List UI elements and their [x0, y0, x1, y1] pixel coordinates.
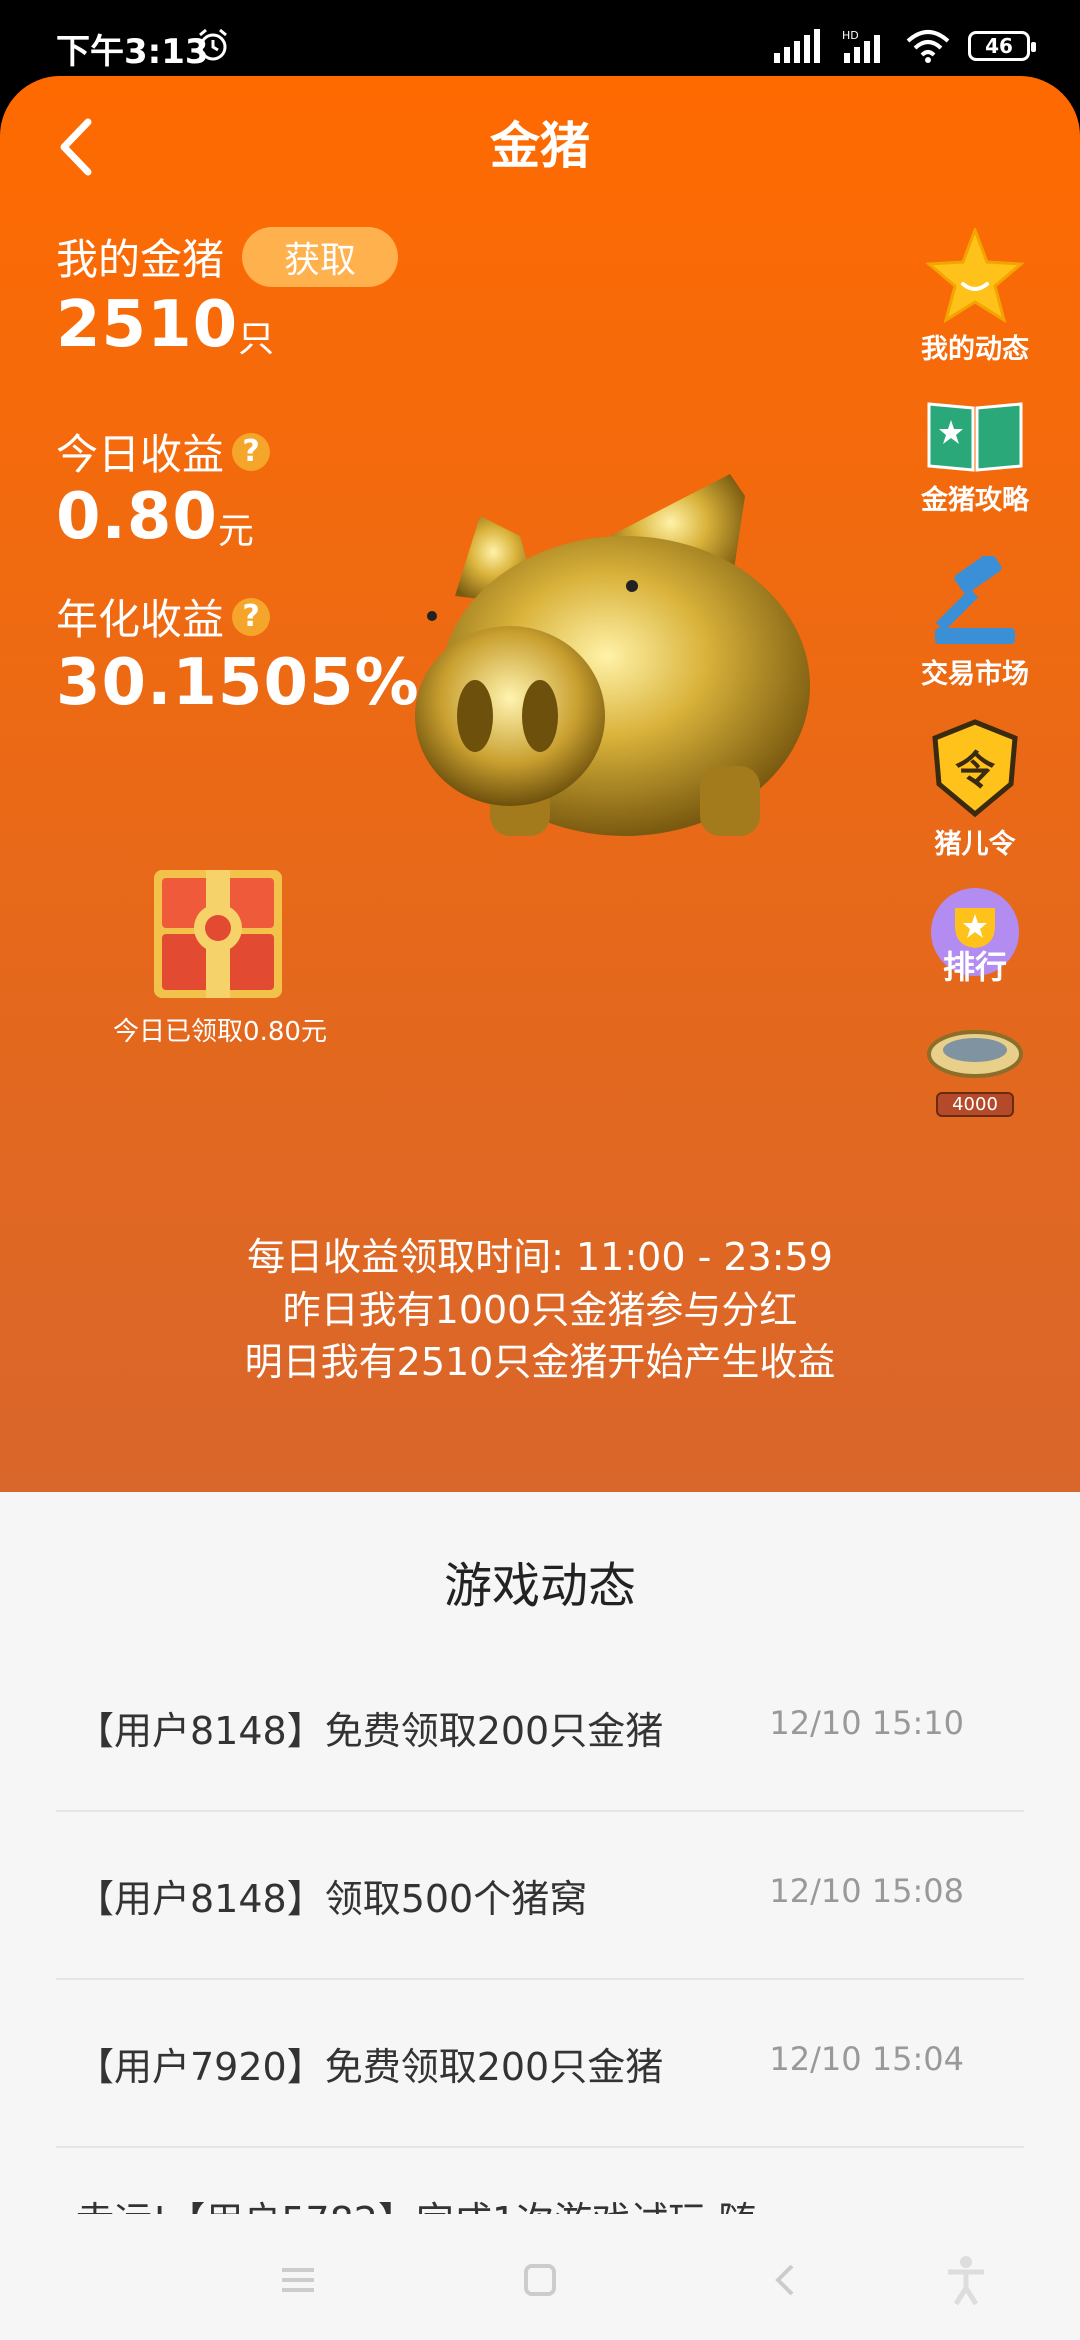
gold-pig-panel: 金猪 我的金猪 获取 2510 只 今日收益 ? 0.80 元 年化收益 ? 3… — [0, 76, 1080, 1492]
star-icon — [925, 228, 1025, 323]
accessibility-icon[interactable] — [936, 2250, 996, 2310]
pigpen-icon — [927, 1030, 1023, 1078]
side-menu-label: 我的动态 — [921, 334, 1029, 365]
my-pigs-value: 2510 — [56, 288, 239, 362]
battery-indicator: 46 — [968, 31, 1036, 61]
annual-yield-value: 30.1505% — [56, 646, 420, 720]
list-item: 【用户8148】免费领取200只金猪 12/10 15:10 — [56, 1642, 1024, 1812]
help-icon[interactable]: ? — [232, 432, 271, 471]
side-menu-guide[interactable]: 金猪攻略 — [900, 398, 1050, 517]
feed-item-time: 12/10 15:04 — [769, 2040, 964, 2078]
today-earnings-value-row: 0.80 元 — [56, 480, 254, 554]
side-menu-my-activity[interactable]: 我的动态 — [900, 228, 1050, 366]
wifi-icon — [906, 30, 950, 63]
my-pigs-unit: 只 — [238, 319, 275, 360]
claimed-today-label: 今日已领取0.80元 — [113, 1017, 327, 1047]
alarm-icon — [199, 28, 227, 61]
my-pigs-label: 我的金猪 — [56, 235, 225, 284]
treasure-chest-icon[interactable] — [148, 864, 288, 1004]
gold-pig-image[interactable] — [400, 466, 820, 866]
status-bar: 下午3:13 HD 46 — [0, 0, 1080, 80]
status-time: 下午3:13 — [56, 32, 209, 72]
svg-text:HD: HD — [842, 29, 859, 42]
claim-time-info: 每日收益领取时间: 11:00 - 23:59 — [247, 1235, 833, 1279]
side-menu-label: 金猪攻略 — [921, 485, 1029, 516]
annual-yield-value-row: 30.1505% — [56, 646, 420, 720]
menu-icon[interactable] — [268, 2250, 328, 2310]
svg-text:令: 令 — [955, 748, 996, 794]
feed-item-time: 12/10 15:10 — [769, 1704, 964, 1742]
side-menu-label: 猪儿令 — [934, 829, 1016, 860]
side-menu-ranking[interactable]: 排行 — [900, 886, 1050, 988]
my-pigs-row: 我的金猪 获取 — [56, 226, 399, 287]
pigpen-count-badge: 4000 — [936, 1092, 1014, 1117]
feed-item-time: 12/10 15:08 — [769, 1872, 964, 1910]
side-menu-label: 排行 — [942, 948, 1007, 986]
list-item: 【用户7920】免费领取200只金猪 12/10 15:04 — [56, 1978, 1024, 2148]
get-pigs-button[interactable]: 获取 — [242, 226, 399, 287]
gavel-icon — [935, 556, 1015, 644]
home-icon[interactable] — [510, 2250, 570, 2310]
page-title: 金猪 — [490, 117, 590, 175]
side-menu-pigpen[interactable]: 4000 — [900, 1026, 1050, 1117]
list-item: 【用户8148】领取500个猪窝 12/10 15:08 — [56, 1810, 1024, 1980]
signal-icon — [774, 29, 820, 63]
today-earnings-label: 今日收益 — [56, 430, 225, 479]
today-earnings-unit: 元 — [217, 511, 254, 552]
system-nav-bar — [0, 2220, 1080, 2340]
battery-level: 46 — [985, 34, 1013, 58]
annual-yield-row: 年化收益 ? — [56, 586, 271, 647]
help-icon[interactable]: ? — [232, 597, 271, 636]
today-earnings-row: 今日收益 ? — [56, 421, 271, 482]
my-pigs-value-row: 2510 只 — [56, 288, 274, 362]
feed-item-partial: 幸运!【用户5782】完成1次游戏试玩,随 — [76, 2190, 756, 2214]
shield-icon: 令 — [932, 719, 1018, 818]
signal-hd-icon: HD — [842, 29, 880, 63]
side-menu-label: 交易市场 — [921, 659, 1029, 690]
feed-item-text: 【用户8148】免费领取200只金猪 — [76, 1709, 664, 1753]
side-menu-market[interactable]: 交易市场 — [900, 556, 1050, 691]
yesterday-dividend-info: 昨日我有1000只金猪参与分红 — [282, 1288, 798, 1332]
today-earnings-value: 0.80 — [56, 480, 218, 554]
feed-item-text: 【用户7920】免费领取200只金猪 — [76, 2045, 664, 2089]
game-activity-feed: 游戏动态 【用户8148】免费领取200只金猪 12/10 15:10 【用户8… — [0, 1492, 1080, 2340]
tomorrow-earnings-info: 明日我有2510只金猪开始产生收益 — [244, 1340, 836, 1384]
feed-title: 游戏动态 — [443, 1558, 636, 1614]
annual-yield-label: 年化收益 — [56, 595, 225, 644]
side-menu-pig-token[interactable]: 令 猪儿令 — [900, 718, 1050, 861]
book-icon — [927, 402, 1023, 472]
feed-item-text: 【用户8148】领取500个猪窝 — [76, 1877, 588, 1921]
back-nav-icon[interactable] — [756, 2250, 816, 2310]
